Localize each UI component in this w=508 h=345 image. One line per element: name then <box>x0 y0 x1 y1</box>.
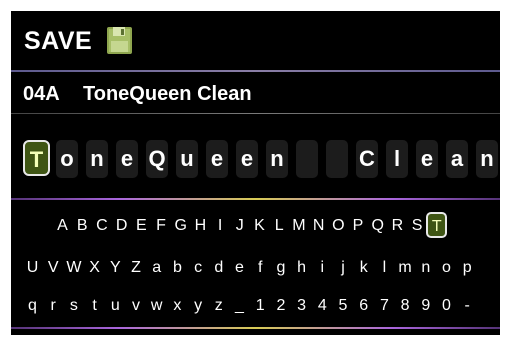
keyboard-key[interactable]: B <box>74 212 91 240</box>
keyboard-key[interactable]: O <box>330 212 347 240</box>
keyboard-key[interactable]: V <box>45 254 62 282</box>
keyboard-key[interactable]: A <box>54 212 71 240</box>
name-slot[interactable]: e <box>416 140 438 178</box>
keyboard-key[interactable]: z <box>210 292 227 320</box>
divider <box>11 327 500 329</box>
keyboard-key[interactable]: 2 <box>272 292 289 320</box>
name-slot[interactable]: Q <box>146 140 168 178</box>
keyboard-key[interactable]: n <box>417 254 434 282</box>
keyboard-key[interactable]: C <box>93 212 110 240</box>
keyboard-key[interactable]: g <box>272 254 289 282</box>
preset-name: ToneQueen Clean <box>83 83 252 105</box>
keyboard-key[interactable]: h <box>293 254 310 282</box>
name-slot[interactable]: n <box>86 140 108 178</box>
save-screen: SAVE 04A ToneQueen Clean ToneQueen Clean… <box>11 11 500 335</box>
name-slot[interactable]: a <box>446 140 468 178</box>
keyboard-key[interactable]: u <box>107 292 124 320</box>
keyboard-key[interactable]: c <box>190 254 207 282</box>
keyboard-key[interactable]: H <box>192 212 209 240</box>
keyboard-row-2: UVWXYZabcdefghijklmnop <box>11 254 500 284</box>
keyboard-key[interactable]: v <box>128 292 145 320</box>
keyboard-key[interactable]: a <box>148 254 165 282</box>
keyboard-key[interactable]: 7 <box>376 292 393 320</box>
keyboard-key[interactable]: 3 <box>293 292 310 320</box>
keyboard-key[interactable]: S <box>409 212 426 240</box>
keyboard-key[interactable]: 4 <box>314 292 331 320</box>
divider <box>11 113 500 114</box>
name-slot[interactable]: e <box>116 140 138 178</box>
header: SAVE <box>11 11 500 69</box>
name-slot[interactable]: u <box>176 140 198 178</box>
keyboard-key[interactable]: Z <box>128 254 145 282</box>
keyboard-key[interactable]: 5 <box>335 292 352 320</box>
keyboard-key[interactable]: I <box>212 212 229 240</box>
keyboard-key[interactable]: F <box>153 212 170 240</box>
keyboard-key[interactable]: r <box>45 292 62 320</box>
keyboard-key[interactable]: _ <box>231 292 248 320</box>
name-slot[interactable] <box>326 140 348 178</box>
keyboard-key-selected[interactable]: T <box>426 212 448 238</box>
name-slot[interactable]: n <box>266 140 288 178</box>
keyboard-key[interactable]: x <box>169 292 186 320</box>
name-slot[interactable]: n <box>476 140 498 178</box>
keyboard-key[interactable]: E <box>133 212 150 240</box>
keyboard-key[interactable]: k <box>355 254 372 282</box>
keyboard-key[interactable]: t <box>86 292 103 320</box>
name-slot-active[interactable]: T <box>23 140 50 176</box>
keyboard-key[interactable]: e <box>231 254 248 282</box>
keyboard-key[interactable]: U <box>24 254 41 282</box>
keyboard-key[interactable]: P <box>350 212 367 240</box>
divider <box>11 198 500 200</box>
keyboard-key[interactable]: l <box>376 254 393 282</box>
name-slot[interactable]: o <box>56 140 78 178</box>
name-slot[interactable]: e <box>206 140 228 178</box>
name-slot[interactable] <box>296 140 318 178</box>
name-slot[interactable]: C <box>356 140 378 178</box>
keyboard-key[interactable]: o <box>438 254 455 282</box>
keyboard-key[interactable]: p <box>459 254 476 282</box>
name-slot[interactable]: e <box>236 140 258 178</box>
keyboard-key[interactable]: 9 <box>417 292 434 320</box>
keyboard-key[interactable]: f <box>252 254 269 282</box>
keyboard-key[interactable]: b <box>169 254 186 282</box>
keyboard-key[interactable]: X <box>86 254 103 282</box>
keyboard-key[interactable]: 0 <box>438 292 455 320</box>
keyboard-key[interactable]: w <box>148 292 165 320</box>
preset-number: 04A <box>23 83 60 105</box>
keyboard-key[interactable]: Q <box>369 212 386 240</box>
keyboard-key[interactable]: G <box>172 212 189 240</box>
keyboard-key[interactable]: Y <box>107 254 124 282</box>
preset-row: 04A ToneQueen Clean <box>11 72 500 112</box>
page-title: SAVE <box>24 27 93 55</box>
keyboard-key[interactable]: 8 <box>397 292 414 320</box>
keyboard-key[interactable]: j <box>335 254 352 282</box>
keyboard-key[interactable]: i <box>314 254 331 282</box>
keyboard-key[interactable]: W <box>65 254 82 282</box>
keyboard-key[interactable]: y <box>190 292 207 320</box>
keyboard-key[interactable]: 6 <box>355 292 372 320</box>
name-editor: ToneQueen Clean <box>23 140 499 180</box>
name-slot[interactable]: l <box>386 140 408 178</box>
keyboard-key[interactable]: N <box>310 212 327 240</box>
keyboard-key[interactable]: d <box>210 254 227 282</box>
keyboard-row-3: q r s t u v w x y z _ 1 2 3 4 5 6 7 8 9 0- <box>11 292 500 322</box>
keyboard-key[interactable]: D <box>113 212 130 240</box>
keyboard-row-1: ABCDEFGHIJKLMNOPQRST <box>11 212 500 242</box>
keyboard-key[interactable]: J <box>231 212 248 240</box>
keyboard-key[interactable]: L <box>271 212 288 240</box>
keyboard-key[interactable]: R <box>389 212 406 240</box>
keyboard-key[interactable]: 1 <box>252 292 269 320</box>
keyboard-key[interactable]: M <box>290 212 307 240</box>
floppy-disk-icon <box>107 27 132 54</box>
keyboard-key[interactable]: K <box>251 212 268 240</box>
keyboard-key[interactable]: q <box>24 292 41 320</box>
keyboard-key[interactable]: - <box>459 292 476 320</box>
keyboard-key[interactable]: s <box>65 292 82 320</box>
keyboard-key[interactable]: m <box>397 254 414 282</box>
